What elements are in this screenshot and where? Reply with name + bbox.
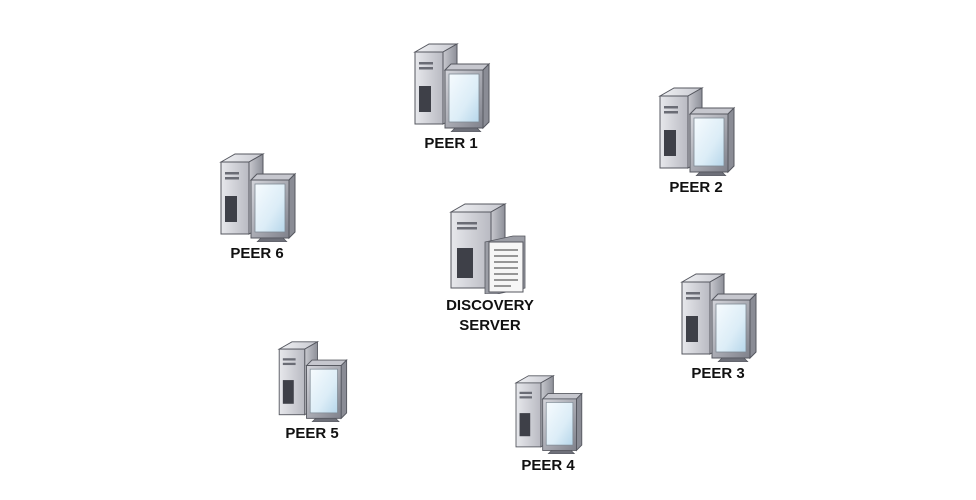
- peer-3-node: PEER 3: [648, 272, 788, 384]
- peer-2-node: PEER 2: [626, 86, 766, 198]
- peer-1-label: PEER 1: [424, 135, 478, 152]
- computer-icon: [656, 86, 736, 176]
- peer-4-label: PEER 4: [521, 457, 575, 474]
- computer-icon: [217, 152, 297, 242]
- computer-icon: [411, 42, 491, 132]
- peer-6-node: PEER 6: [187, 152, 327, 264]
- server-icon: [445, 202, 535, 294]
- computer-icon: [678, 272, 758, 362]
- peer-6-label: PEER 6: [230, 245, 284, 262]
- server-label-line1: DISCOVERY: [446, 297, 534, 314]
- server-label-line2: SERVER: [459, 317, 521, 334]
- peer-2-label: PEER 2: [669, 179, 723, 196]
- network-diagram: PEER 1 PEER 2 PEER 6 DISCOVERY SERVER PE…: [0, 0, 976, 500]
- peer-1-node: PEER 1: [381, 42, 521, 154]
- discovery-server-node: DISCOVERY SERVER: [420, 202, 560, 336]
- peer-3-label: PEER 3: [691, 365, 745, 382]
- computer-icon: [508, 374, 588, 454]
- peer-5-node: PEER 5: [242, 340, 382, 444]
- peer-4-node: PEER 4: [478, 374, 618, 476]
- computer-icon: [272, 340, 352, 422]
- peer-5-label: PEER 5: [285, 425, 339, 442]
